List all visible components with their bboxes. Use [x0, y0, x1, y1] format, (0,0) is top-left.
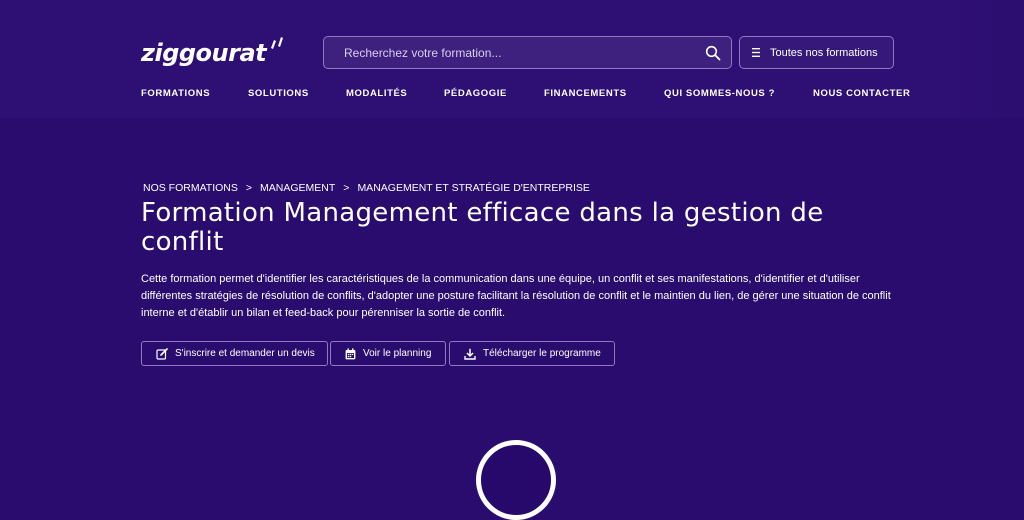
nav-item-solutions[interactable]: SOLUTIONS — [248, 88, 309, 99]
edit-icon — [156, 347, 168, 360]
logo-spark-icon — [271, 37, 284, 49]
page-description: Cette formation permet d'identifier les … — [141, 273, 891, 319]
nav-item-qui-sommes-nous[interactable]: QUI SOMMES-NOUS ? — [664, 88, 775, 99]
register-quote-label: S'inscrire et demander un devis — [175, 348, 315, 359]
view-planning-label: Voir le planning — [363, 348, 432, 359]
action-buttons: S'inscrire et demander un devis Voir le … — [0, 341, 1024, 366]
nav-item-financements[interactable]: FINANCEMENTS — [544, 88, 627, 99]
breadcrumb-item-strategie[interactable]: MANAGEMENT ET STRATÉGIE D'ENTREPRISE — [357, 182, 589, 194]
view-planning-button[interactable]: Voir le planning — [330, 341, 446, 366]
nav-item-pedagogie[interactable]: PÉDAGOGIE — [444, 88, 507, 99]
breadcrumb-separator: > — [343, 182, 350, 194]
brand-logo[interactable]: ziggourat — [141, 36, 286, 72]
nav-item-modalites[interactable]: MODALITÉS — [346, 88, 407, 99]
main-nav: FORMATIONS SOLUTIONS MODALITÉS PÉDAGOGIE… — [0, 88, 1024, 100]
menu-icon — [752, 48, 760, 57]
search-box — [323, 36, 732, 69]
brand-logo-text: ziggourat — [141, 39, 267, 67]
search-icon[interactable] — [705, 45, 721, 61]
nav-item-formations[interactable]: FORMATIONS — [141, 88, 210, 99]
download-icon — [464, 348, 476, 360]
decorative-circle — [476, 440, 556, 520]
page-title: Formation Management efficace dans la ge… — [141, 198, 824, 257]
breadcrumb-item-formations[interactable]: NOS FORMATIONS — [143, 182, 238, 194]
breadcrumb-separator: > — [245, 182, 253, 194]
download-program-label: Télécharger le programme — [483, 348, 601, 359]
breadcrumb: NOS FORMATIONS > MANAGEMENT > MANAGEMENT ET … — [143, 182, 590, 194]
calendar-icon — [345, 347, 356, 359]
register-quote-button[interactable]: S'inscrire et demander un devis — [141, 341, 328, 366]
all-trainings-label: Toutes nos formations — [770, 46, 878, 59]
breadcrumb-item-management[interactable]: MANAGEMENT — [260, 182, 335, 194]
search-input[interactable] — [344, 37, 694, 68]
all-trainings-button[interactable]: Toutes nos formations — [739, 36, 894, 69]
download-program-button[interactable]: Télécharger le programme — [449, 341, 615, 366]
nav-item-nous-contacter[interactable]: NOUS CONTACTER — [813, 88, 910, 99]
header-edge-fade — [944, 0, 1024, 118]
